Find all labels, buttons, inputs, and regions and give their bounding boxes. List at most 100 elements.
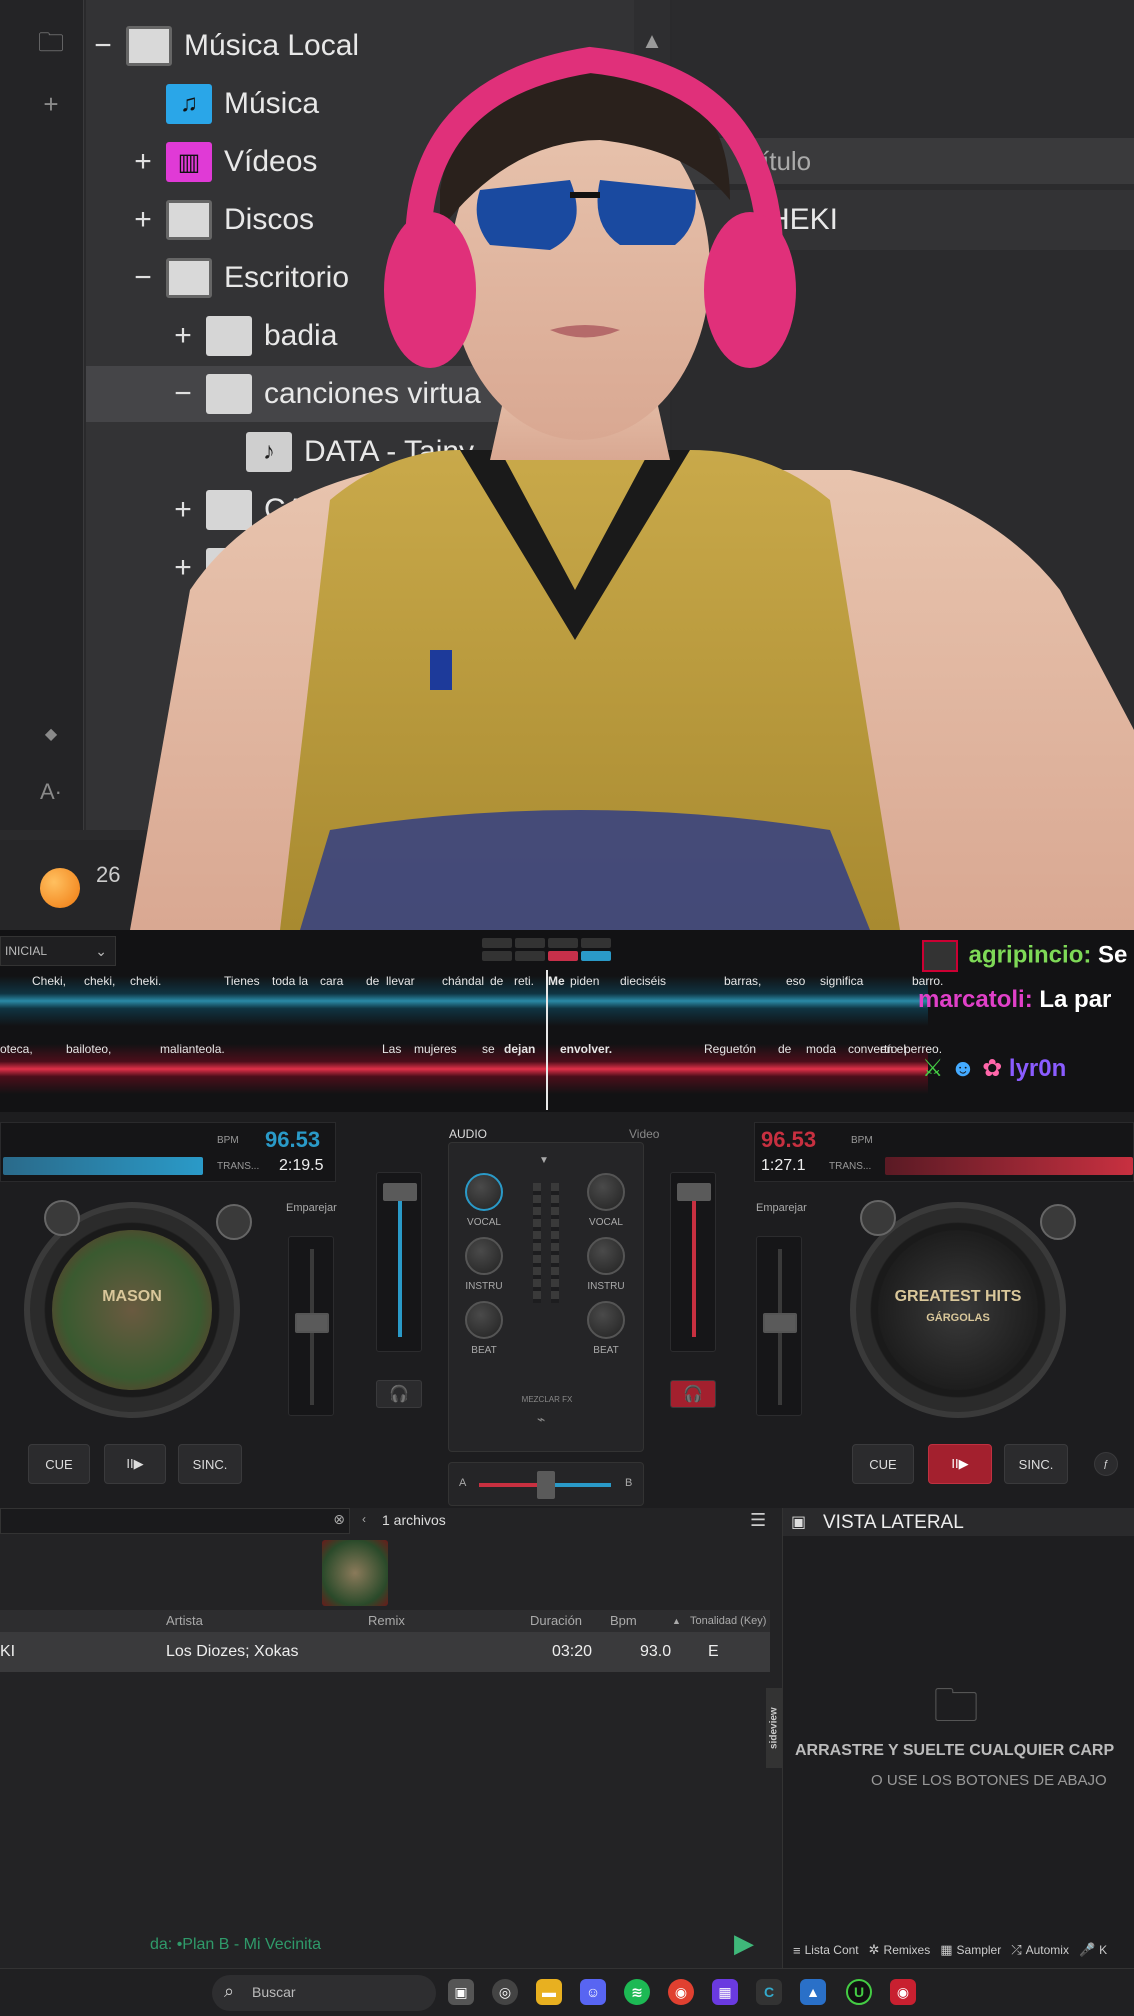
channel-a-headphone-icon[interactable]: 🎧: [376, 1380, 422, 1408]
expand-icon[interactable]: +: [168, 493, 198, 527]
col-remix[interactable]: Remix: [368, 1613, 405, 1628]
tab-audio[interactable]: AUDIO: [449, 1127, 487, 1141]
deck-b-beat-knob[interactable]: [587, 1301, 625, 1339]
scroll-up-icon[interactable]: ▲: [640, 28, 664, 54]
deck-a-cue-button[interactable]: CUE: [28, 1444, 90, 1484]
tab-video[interactable]: Video: [629, 1127, 659, 1141]
deck-a-tonearm-icon[interactable]: [216, 1204, 252, 1240]
deck-b-mini-waveform[interactable]: [885, 1157, 1133, 1175]
preset-select[interactable]: INICIAL ⌄: [0, 936, 116, 966]
tree-item[interactable]: + cl: [86, 540, 670, 596]
tree-item[interactable]: + Discos: [86, 192, 670, 248]
expand-icon[interactable]: +: [168, 725, 198, 759]
taskbar-search[interactable]: ⌕ Buscar: [212, 1975, 436, 2011]
crossfader[interactable]: A B: [448, 1462, 644, 1506]
scroll-down-icon[interactable]: ▼: [640, 780, 664, 806]
tab-remixes[interactable]: ✲ Remixes: [869, 1942, 931, 1958]
deck-b-cue-button[interactable]: CUE: [852, 1444, 914, 1484]
collapse-icon[interactable]: −: [88, 29, 118, 63]
tree-item[interactable]: ♪ DATA - Tainy: [86, 424, 670, 480]
tree-item[interactable]: − Música Local: [86, 18, 670, 74]
col-key[interactable]: Tonalidad (Key): [690, 1615, 766, 1627]
deck-a-instru-knob[interactable]: [465, 1237, 503, 1275]
grid-app-icon[interactable]: ▦: [712, 1979, 738, 2005]
photos-icon[interactable]: ▲: [800, 1979, 826, 2005]
tree-item[interactable]: − canciones virtua: [86, 366, 670, 422]
deck-b-play-button[interactable]: II▶: [928, 1444, 992, 1484]
tree-item[interactable]: S MINECR: [86, 598, 670, 654]
expand-icon[interactable]: +: [168, 551, 198, 585]
tab-karaoke[interactable]: 🎤 K: [1079, 1942, 1107, 1958]
deck-b-fx-icon[interactable]: ƒ: [1094, 1452, 1118, 1476]
chevron-left-icon[interactable]: ‹: [362, 1512, 366, 1526]
col-duration[interactable]: Duración: [530, 1613, 582, 1628]
file-explorer-icon[interactable]: ▬: [536, 1979, 562, 2005]
deck-a-vocal-knob[interactable]: [465, 1173, 503, 1211]
tree-item[interactable]: + bierto: [86, 656, 670, 712]
deck-b-vocal-knob[interactable]: [587, 1173, 625, 1211]
play-icon[interactable]: ◀: [702, 760, 736, 811]
table-row[interactable]: KI Los Diozes; Xokas 03:20 93.0 E: [0, 1632, 770, 1672]
channel-a-fader[interactable]: [376, 1172, 422, 1352]
library-search-input[interactable]: ⊗: [0, 1508, 350, 1534]
channel-b-headphone-icon[interactable]: 🎧: [670, 1380, 716, 1408]
col-bpm[interactable]: Bpm: [610, 1613, 637, 1628]
tab-playlist[interactable]: ≡ Lista Cont: [793, 1943, 859, 1958]
expand-icon[interactable]: +: [128, 203, 158, 237]
deck-a-play-button[interactable]: II▶: [104, 1444, 166, 1484]
deck-b-knob-icon[interactable]: [860, 1200, 896, 1236]
expand-icon[interactable]: +: [128, 145, 158, 179]
deck-b-instru-knob[interactable]: [587, 1237, 625, 1275]
col-artist[interactable]: Artista: [166, 1613, 203, 1628]
spotify-icon[interactable]: ≋: [624, 1979, 650, 2005]
deck-b-sync-button[interactable]: SINC.: [1004, 1444, 1068, 1484]
add-icon[interactable]: +: [24, 84, 78, 124]
list-menu-icon[interactable]: ☰: [750, 1510, 766, 1531]
sideview-tab[interactable]: sideview: [766, 1688, 782, 1768]
virtualdj-icon[interactable]: ◉: [890, 1979, 916, 2005]
track-title-row[interactable]: HEKI: [672, 190, 1134, 250]
collapse-icon[interactable]: −: [168, 377, 198, 411]
layout-switcher[interactable]: [482, 938, 611, 961]
tree-item[interactable]: + badia: [86, 308, 670, 364]
deck-b-pitch-slider[interactable]: [756, 1236, 802, 1416]
channel-b-fader[interactable]: [670, 1172, 716, 1352]
tree-item[interactable]: − Escritorio: [86, 250, 670, 306]
play-icon[interactable]: ▶: [734, 1928, 754, 1959]
tab-automix[interactable]: ⤮ Automix: [1011, 1942, 1069, 1958]
expand-icon[interactable]: +: [168, 319, 198, 353]
add-folder-icon[interactable]: 🗀: [24, 26, 78, 66]
u-app-icon[interactable]: U: [846, 1979, 872, 2005]
expand-icon[interactable]: +: [168, 667, 198, 701]
title-column-header[interactable]: ítulo: [672, 138, 1134, 184]
tree-item[interactable]: ♫ Música: [86, 76, 670, 132]
diamond-icon[interactable]: ◆: [24, 714, 78, 754]
crossfader-knob[interactable]: [537, 1471, 555, 1499]
tree-item[interactable]: + nume-0.9.1: [86, 714, 670, 770]
collapse-icon[interactable]: −: [128, 261, 158, 295]
tree-item[interactable]: apcut: [86, 772, 670, 828]
task-view-icon[interactable]: ▣: [448, 1979, 474, 2005]
deck-a-mini-waveform[interactable]: [3, 1157, 203, 1175]
tree-scrollbar[interactable]: ▲ ▼: [634, 0, 670, 830]
deck-a-match-button[interactable]: Emparejar: [286, 1202, 337, 1214]
deck-a-sync-button[interactable]: SINC.: [178, 1444, 242, 1484]
chrome-icon[interactable]: ◉: [668, 1979, 694, 2005]
fx-icon[interactable]: ⌁: [537, 1411, 545, 1428]
deck-a-pitch-slider[interactable]: [288, 1236, 334, 1416]
sort-icon[interactable]: ▲: [672, 1616, 681, 1626]
tree-item[interactable]: + CABLE V: [86, 482, 670, 538]
clear-search-icon[interactable]: ⊗: [333, 1511, 345, 1528]
tree-item[interactable]: + ▥ Vídeos: [86, 134, 670, 190]
c-app-icon[interactable]: C: [756, 1979, 782, 2005]
app-icon[interactable]: ◎: [492, 1979, 518, 2005]
album-cover-thumb[interactable]: [322, 1540, 388, 1606]
tab-sampler[interactable]: ▦ Sampler: [940, 1942, 1001, 1958]
discord-icon[interactable]: ☺: [580, 1979, 606, 2005]
deck-a-knob-icon[interactable]: [44, 1200, 80, 1236]
deck-b-tonearm-icon[interactable]: [1040, 1204, 1076, 1240]
deck-b-match-button[interactable]: Emparejar: [756, 1202, 807, 1214]
caret-down-icon[interactable]: ▼: [539, 1155, 549, 1166]
font-size-icon[interactable]: A·: [24, 772, 78, 812]
deck-a-beat-knob[interactable]: [465, 1301, 503, 1339]
